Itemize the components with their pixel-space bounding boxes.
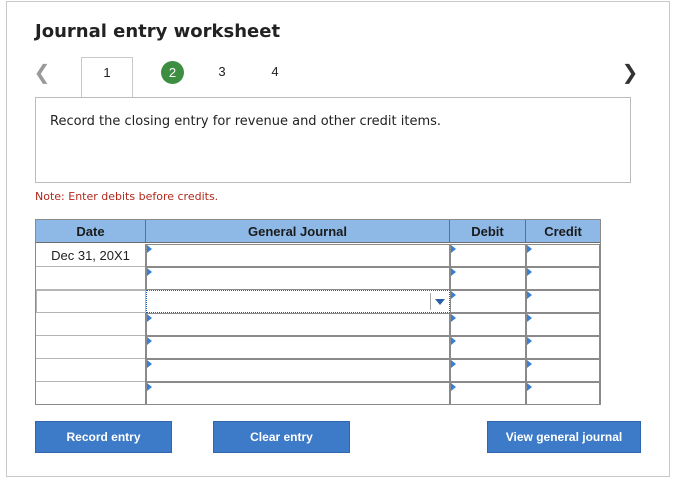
input-flag-icon xyxy=(147,337,152,345)
table-row xyxy=(36,313,600,336)
header-debit: Debit xyxy=(450,220,526,243)
input-flag-icon xyxy=(451,383,456,391)
debit-input[interactable] xyxy=(450,244,526,267)
credit-input[interactable] xyxy=(526,313,600,336)
chevron-down-icon[interactable] xyxy=(435,299,445,305)
instruction-text: Record the closing entry for revenue and… xyxy=(50,114,442,129)
step-tab-1[interactable]: 1 xyxy=(81,57,133,98)
debit-input[interactable] xyxy=(450,290,526,313)
view-general-journal-button[interactable]: View general journal xyxy=(487,421,641,453)
input-flag-icon xyxy=(147,360,152,368)
input-flag-icon xyxy=(527,314,532,322)
step-tab-3[interactable]: 3 xyxy=(209,57,235,87)
chevron-right-icon[interactable]: ❯ xyxy=(620,60,640,84)
instruction-box: Record the closing entry for revenue and… xyxy=(35,97,631,183)
table-row xyxy=(36,290,600,313)
chevron-left-icon[interactable]: ❮ xyxy=(32,60,52,84)
credit-input[interactable] xyxy=(526,359,600,382)
debit-input[interactable] xyxy=(450,336,526,359)
input-flag-icon xyxy=(451,268,456,276)
input-flag-icon xyxy=(527,268,532,276)
debit-input[interactable] xyxy=(450,382,526,405)
date-cell xyxy=(36,382,146,405)
debit-input[interactable] xyxy=(450,359,526,382)
date-cell: Dec 31, 20X1 xyxy=(36,244,146,267)
date-cell xyxy=(36,313,146,336)
input-flag-icon xyxy=(147,314,152,322)
input-flag-icon xyxy=(147,245,152,253)
input-flag-icon xyxy=(451,291,456,299)
input-flag-icon xyxy=(147,383,152,391)
dropdown-divider xyxy=(430,293,431,310)
input-flag-icon xyxy=(451,245,456,253)
header-date: Date xyxy=(36,220,146,243)
step-tab-4[interactable]: 4 xyxy=(262,57,288,87)
journal-table: Date General Journal Debit Credit Dec 31… xyxy=(35,219,601,405)
date-cell xyxy=(36,359,146,382)
debit-input[interactable] xyxy=(450,313,526,336)
account-input[interactable] xyxy=(146,244,450,267)
debit-input[interactable] xyxy=(450,267,526,290)
date-cell xyxy=(36,336,146,359)
credit-input[interactable] xyxy=(526,244,600,267)
input-flag-icon xyxy=(527,383,532,391)
credit-input[interactable] xyxy=(526,290,600,313)
input-flag-icon xyxy=(527,337,532,345)
credit-input[interactable] xyxy=(526,267,600,290)
account-input[interactable] xyxy=(146,359,450,382)
table-row xyxy=(36,267,600,290)
input-flag-icon xyxy=(451,360,456,368)
account-input[interactable] xyxy=(146,267,450,290)
header-general-journal: General Journal xyxy=(146,220,450,243)
note-text: Note: Enter debits before credits. xyxy=(35,190,219,203)
credit-input[interactable] xyxy=(526,382,600,405)
account-input[interactable] xyxy=(146,382,450,405)
input-flag-icon xyxy=(527,245,532,253)
input-flag-icon xyxy=(527,291,532,299)
account-input[interactable] xyxy=(146,336,450,359)
table-row xyxy=(36,359,600,382)
account-dropdown[interactable] xyxy=(146,290,450,313)
step-tab-2[interactable]: 2 xyxy=(161,61,184,84)
journal-header: Date General Journal Debit Credit xyxy=(36,220,600,243)
worksheet-title: Journal entry worksheet xyxy=(35,21,281,42)
date-cell xyxy=(36,267,146,290)
input-flag-icon xyxy=(451,337,456,345)
header-credit: Credit xyxy=(544,224,582,239)
table-row xyxy=(36,336,600,359)
step-tabs: 1 2 3 4 xyxy=(81,57,296,98)
input-flag-icon xyxy=(451,314,456,322)
record-entry-button[interactable]: Record entry xyxy=(35,421,172,453)
clear-entry-button[interactable]: Clear entry xyxy=(213,421,350,453)
input-flag-icon xyxy=(147,268,152,276)
table-row: Dec 31, 20X1 xyxy=(36,244,600,267)
input-flag-icon xyxy=(527,360,532,368)
account-input[interactable] xyxy=(146,313,450,336)
date-input[interactable] xyxy=(36,290,146,313)
credit-input[interactable] xyxy=(526,336,600,359)
table-row xyxy=(36,382,600,405)
